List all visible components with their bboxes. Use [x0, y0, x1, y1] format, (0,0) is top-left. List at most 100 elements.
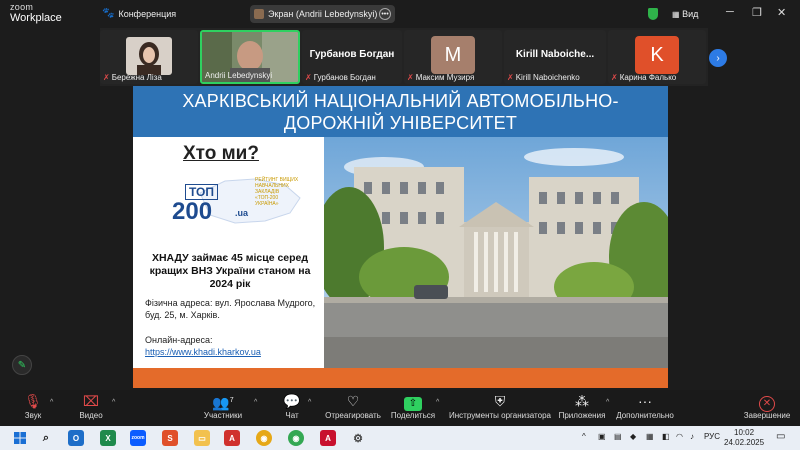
participant-name: Гурбанов Богдан: [313, 73, 376, 82]
share-button[interactable]: ⇧ Поделиться: [390, 392, 436, 420]
participant-name-tag: ✗ Максим Музиря: [407, 73, 474, 82]
more-button[interactable]: ··· Дополнительно: [616, 392, 674, 420]
participant-name: Максим Музиря: [415, 73, 475, 82]
participant-name-tag: ✗ Kirill Naboichenko: [507, 73, 580, 82]
chrome-icon[interactable]: ◉: [256, 430, 272, 446]
view-label: Вид: [682, 9, 699, 19]
video-options-caret-icon[interactable]: ^: [112, 399, 115, 406]
audio-options-caret-icon[interactable]: ^: [50, 399, 53, 406]
participant-strip: ✗ Бережна Ліза Andrii Lebedynskyi Гурбан…: [100, 28, 708, 86]
participant-name-tag: ✗ Бережна Ліза: [103, 73, 162, 82]
file-explorer-icon[interactable]: ▭: [194, 430, 210, 446]
presenter-thumb: [254, 9, 264, 19]
excel-icon[interactable]: X: [100, 430, 116, 446]
audio-button[interactable]: 🎙 Звук: [20, 392, 46, 420]
slide-info-panel: Хто ми? ТОП 200 РЕЙТИНГ ВИЩИХ НАВЧАЛЬНИХ…: [133, 137, 324, 368]
apps-label: Приложения: [558, 411, 606, 420]
slide-title: ХАРКІВСЬКИЙ НАЦІОНАЛЬНИЙ АВТОМОБІЛЬНО-ДО…: [133, 86, 668, 137]
windows-taskbar: ⌕ O X zoom S ▭ A ◉ ◉ A ⚙ ^ ▣ ▤ ◆ ▦ ◧ ◠ ♪…: [0, 426, 800, 450]
participant-tile[interactable]: ✗ Бережна Ліза: [100, 30, 198, 84]
participant-name: Kirill Naboichenko: [515, 73, 580, 82]
meeting-toolbar: 🎙 Звук ^ ⌧ Видео ^ 👥7 Участники ^ 💬 Чат …: [0, 390, 800, 426]
tray-app2-icon[interactable]: ▤: [614, 432, 622, 441]
rank-text: ХНАДУ займає 45 місце серед кращих ВНЗ У…: [149, 252, 311, 290]
apps-button[interactable]: ⁂ Приложения: [558, 392, 606, 420]
view-button[interactable]: ▦ Вид: [672, 9, 698, 19]
more-label: Дополнительно: [616, 411, 674, 420]
shield-icon: ⛨: [494, 393, 506, 409]
minimize-icon[interactable]: ─: [726, 6, 734, 18]
mic-muted-icon: 🎙: [24, 393, 42, 409]
outlook-icon[interactable]: O: [68, 430, 84, 446]
heart-icon: ♡: [346, 393, 360, 409]
volume-icon[interactable]: ♪: [690, 432, 694, 441]
chrome-profile-icon[interactable]: ◉: [288, 430, 304, 446]
host-tools-button[interactable]: ⛨ Инструменты организатора: [448, 392, 552, 420]
chat-button[interactable]: 💬 Чат: [280, 392, 304, 420]
participant-tile[interactable]: K ✗ Карина Фалько: [608, 30, 706, 84]
restore-icon[interactable]: ❐: [752, 6, 762, 19]
react-label: Отреагировать: [325, 411, 381, 420]
end-meeting-button[interactable]: ✕ Завершение: [742, 392, 792, 420]
shared-screen: ХАРКІВСЬКИЙ НАЦІОНАЛЬНИЙ АВТОМОБІЛЬНО-ДО…: [133, 86, 668, 388]
participant-tile[interactable]: Гурбанов Богдан ✗ Гурбанов Богдан: [302, 30, 402, 84]
address-text: Фізична адреса: вул. Ярослава Мудрого, б…: [145, 297, 323, 321]
participants-button[interactable]: 👥7 Участники: [200, 392, 246, 420]
settings-gear-icon[interactable]: ⚙: [350, 430, 366, 446]
video-button[interactable]: ⌧ Видео: [76, 392, 106, 420]
website-link[interactable]: https://www.khadi.kharkov.ua: [145, 347, 261, 357]
clock-date: 24.02.2025: [724, 438, 765, 447]
system-clock[interactable]: 10:02 24.02.2025: [724, 428, 764, 448]
react-button[interactable]: ♡ Отреагировать: [322, 392, 384, 420]
participants-label: Участники: [203, 411, 243, 420]
share-options-caret-icon[interactable]: ^: [436, 399, 439, 406]
pdf-reader-icon[interactable]: A: [224, 430, 240, 446]
wifi-icon[interactable]: ◠: [676, 432, 683, 441]
annotate-pencil-icon[interactable]: ✎: [12, 355, 32, 375]
windows-start-icon[interactable]: [12, 430, 28, 446]
participant-name: Карина Фалько: [619, 73, 677, 82]
tray-expand-icon[interactable]: ^: [582, 432, 586, 441]
participant-name-tag: ✗ Карина Фалько: [611, 73, 676, 82]
online-label: Онлайн-адреса:: [145, 335, 213, 345]
badge-ua: .ua: [235, 208, 249, 218]
video-off-icon: ⌧: [82, 393, 100, 409]
shared-screen-pill[interactable]: Экран (Andrii Lebedynskyi) •••: [250, 5, 395, 23]
more-options-icon[interactable]: •••: [379, 8, 391, 20]
mic-muted-icon: ✗: [103, 73, 110, 82]
address-label: Фізична адреса: [145, 298, 210, 308]
screen-label: Экран (Andrii Lebedynskyi): [268, 9, 378, 19]
app-s-icon[interactable]: S: [162, 430, 178, 446]
tray-app-icon[interactable]: ▣: [598, 432, 606, 441]
participant-tile-active[interactable]: Andrii Lebedynskyi: [200, 30, 300, 84]
apps-options-caret-icon[interactable]: ^: [606, 399, 609, 406]
mic-muted-icon: ✗: [507, 73, 514, 82]
participant-avatar-letter: K: [635, 36, 679, 74]
participant-display-name: Kirill Naboiche...: [515, 49, 595, 60]
meeting-info-button[interactable]: 🐾 Конференция: [102, 8, 176, 19]
participants-options-caret-icon[interactable]: ^: [254, 399, 257, 406]
participant-name: Andrii Lebedynskyi: [205, 71, 273, 80]
participant-name-tag: ✗ Гурбанов Богдан: [305, 73, 376, 82]
share-screen-icon: ⇧: [404, 397, 422, 411]
participant-tile[interactable]: M ✗ Максим Музиря: [404, 30, 502, 84]
security-shield-icon[interactable]: [648, 8, 658, 20]
search-icon[interactable]: ⌕: [38, 430, 54, 446]
next-page-chevron-icon[interactable]: ›: [709, 49, 727, 67]
participant-tile[interactable]: Kirill Naboiche... ✗ Kirill Naboichenko: [504, 30, 606, 84]
mic-muted-icon: ✗: [611, 73, 618, 82]
meeting-label: Конференция: [118, 8, 177, 19]
audio-label: Звук: [24, 411, 42, 420]
badge-200: 200: [172, 198, 213, 225]
university-building-photo: [324, 137, 668, 368]
tray-app3-icon[interactable]: ◆: [630, 432, 636, 441]
zoom-app-icon[interactable]: zoom: [130, 430, 146, 446]
close-icon[interactable]: ✕: [777, 6, 786, 19]
paw-icon: 🐾: [102, 8, 115, 19]
tray-app4-icon[interactable]: ▦: [646, 432, 654, 441]
acrobat-icon[interactable]: A: [320, 430, 336, 446]
tray-app5-icon[interactable]: ◧: [662, 432, 670, 441]
notifications-icon[interactable]: ▭: [776, 431, 785, 442]
chat-options-caret-icon[interactable]: ^: [308, 399, 311, 406]
language-indicator[interactable]: РУС: [704, 432, 720, 441]
